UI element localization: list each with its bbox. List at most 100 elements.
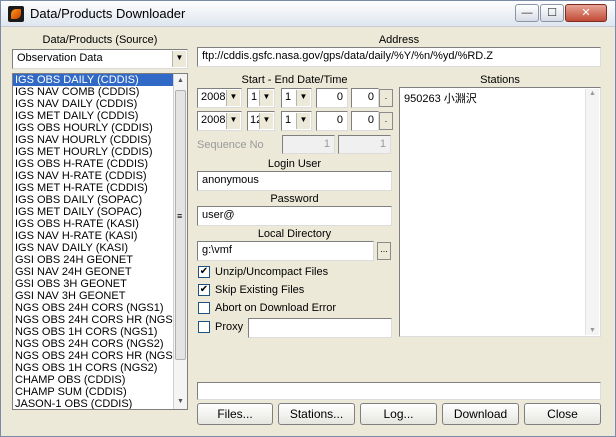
list-item[interactable]: NGS OBS 24H CORS (NGS1) [13,302,187,314]
list-item[interactable]: NGS OBS 24H CORS HR (NGS [13,350,187,362]
list-item[interactable]: IGS MET DAILY (SOPAC) [13,206,187,218]
chevron-down-icon[interactable]: ▼ [226,90,240,106]
start-hour-value: 0 [336,91,343,103]
login-user-value: anonymous [202,174,259,186]
end-time-picker-button[interactable]: . [379,112,393,130]
grip-icon: ≡ [177,211,183,221]
scroll-down-icon[interactable]: ▼ [586,327,599,334]
title-bar: Data/Products Downloader — ☐ ✕ [1,1,615,27]
maximize-button[interactable]: ☐ [540,4,564,22]
scroll-thumb[interactable]: ≡ [175,90,186,360]
list-item[interactable]: IGS NAV DAILY (CDDIS) [13,98,187,110]
list-item[interactable]: IGS MET H-RATE (CDDIS) [13,182,187,194]
chevron-down-icon[interactable]: ▼ [259,90,273,106]
minimize-button[interactable]: — [515,4,539,22]
local-directory-label: Local Directory [257,228,332,240]
login-user-label: Login User [267,158,322,170]
stations-button[interactable]: Stations... [278,403,355,425]
log-button[interactable]: Log... [360,403,437,425]
list-scrollbar[interactable]: ▲ ≡ ▼ [173,74,187,409]
stations-textarea[interactable]: 950263 小淵沢 ▲ ▼ [399,87,601,337]
list-item[interactable]: IGS NAV HOURLY (CDDIS) [13,134,187,146]
password-value: user@ [202,209,235,221]
list-item[interactable]: CHAMP SUM (CDDIS) [13,386,187,398]
end-hour-value: 0 [336,114,343,126]
products-list[interactable]: IGS OBS DAILY (CDDIS) IGS NAV COMB (CDDIS… [12,73,188,410]
login-user-input[interactable]: anonymous [197,171,392,191]
password-input[interactable]: user@ [197,206,392,226]
skip-existing-checkbox[interactable]: ✔ [198,284,210,296]
start-day-value: 1 [285,91,292,103]
list-item[interactable]: IGS OBS DAILY (CDDIS) [13,74,187,86]
close-window-button[interactable]: ✕ [565,4,607,22]
sequence-from-input[interactable]: 1 [282,135,335,154]
end-month-select[interactable]: 12 ▼ [247,111,275,131]
list-item[interactable]: GSI NAV 3H GEONET [13,290,187,302]
end-hour-input[interactable]: 0 [316,111,348,131]
list-item[interactable]: GSI OBS 3H GEONET [13,278,187,290]
list-item[interactable]: IGS OBS DAILY (SOPAC) [13,194,187,206]
list-item[interactable]: IGS OBS H-RATE (CDDIS) [13,158,187,170]
end-day-select[interactable]: 1 ▼ [281,111,312,131]
download-button[interactable]: Download [442,403,519,425]
proxy-input[interactable] [248,318,392,338]
list-item[interactable]: NGS OBS 24H CORS HR (NGS [13,314,187,326]
address-label: Address [378,34,420,46]
sequence-from-value: 1 [323,138,330,150]
start-time-picker-button[interactable]: . [379,89,393,107]
list-item[interactable]: IGS NAV H-RATE (KASI) [13,230,187,242]
chevron-down-icon[interactable]: ▼ [296,113,310,129]
proxy-checkbox[interactable] [198,321,210,333]
list-item[interactable]: NGS OBS 1H CORS (NGS1) [13,326,187,338]
list-item[interactable]: IGS NAV COMB (CDDIS) [13,86,187,98]
stations-scrollbar[interactable]: ▲ ▼ [585,89,599,335]
local-directory-input[interactable]: g:\vmf [197,241,374,261]
end-year-select[interactable]: 2008 ▼ [197,111,242,131]
list-item[interactable]: IGS MET DAILY (CDDIS) [13,110,187,122]
browse-directory-button[interactable]: ... [377,242,391,260]
list-item[interactable]: IGS NAV H-RATE (CDDIS) [13,170,187,182]
unzip-checkbox[interactable]: ✔ [198,266,210,278]
list-item[interactable]: NGS OBS 1H CORS (NGS2) [13,362,187,374]
end-minute-input[interactable]: 0 [351,111,379,131]
chevron-down-icon[interactable]: ▼ [226,113,240,129]
close-button[interactable]: Close [524,403,601,425]
check-icon: ✔ [199,284,209,295]
source-select-value: Observation Data [17,52,103,64]
files-button[interactable]: Files... [197,403,273,425]
scroll-down-icon[interactable]: ▼ [174,395,187,409]
source-heading: Data/Products (Source) [42,34,158,46]
proxy-label: Proxy [215,321,244,333]
list-item[interactable]: IGS OBS HOURLY (CDDIS) [13,122,187,134]
list-item[interactable]: IGS OBS H-RATE (KASI) [13,218,187,230]
sequence-to-input[interactable]: 1 [338,135,391,154]
chevron-down-icon[interactable]: ▼ [296,90,310,106]
list-item[interactable]: JASON-1 OBS (CDDIS) [13,398,187,409]
start-year-select[interactable]: 2008 ▼ [197,88,242,108]
address-input[interactable]: ftp://cddis.gsfc.nasa.gov/gps/data/daily… [197,47,601,67]
source-select[interactable]: Observation Data ▼ [12,49,188,69]
chevron-down-icon[interactable]: ▼ [259,113,273,129]
chevron-down-icon[interactable]: ▼ [172,51,186,67]
scroll-up-icon[interactable]: ▲ [174,74,187,88]
start-month-value: 1 [251,91,258,103]
list-item[interactable]: NGS OBS 24H CORS (NGS2) [13,338,187,350]
list-item[interactable]: CHAMP OBS (CDDIS) [13,374,187,386]
list-item[interactable]: GSI NAV 24H GEONET [13,266,187,278]
start-month-select[interactable]: 1 ▼ [247,88,275,108]
scroll-up-icon[interactable]: ▲ [586,90,599,97]
list-item[interactable]: IGS NAV DAILY (KASI) [13,242,187,254]
date-range-label: Start - End Date/Time [241,74,348,86]
abort-on-error-checkbox[interactable] [198,302,210,314]
stations-value: 950263 小淵沢 [404,93,477,105]
skip-existing-label: Skip Existing Files [215,284,305,296]
end-minute-value: 0 [367,114,374,126]
start-minute-value: 0 [367,91,374,103]
stations-label: Stations [480,74,520,86]
start-minute-input[interactable]: 0 [351,88,379,108]
status-bar [197,382,601,400]
start-day-select[interactable]: 1 ▼ [281,88,312,108]
list-item[interactable]: GSI OBS 24H GEONET [13,254,187,266]
start-hour-input[interactable]: 0 [316,88,348,108]
list-item[interactable]: IGS MET HOURLY (CDDIS) [13,146,187,158]
